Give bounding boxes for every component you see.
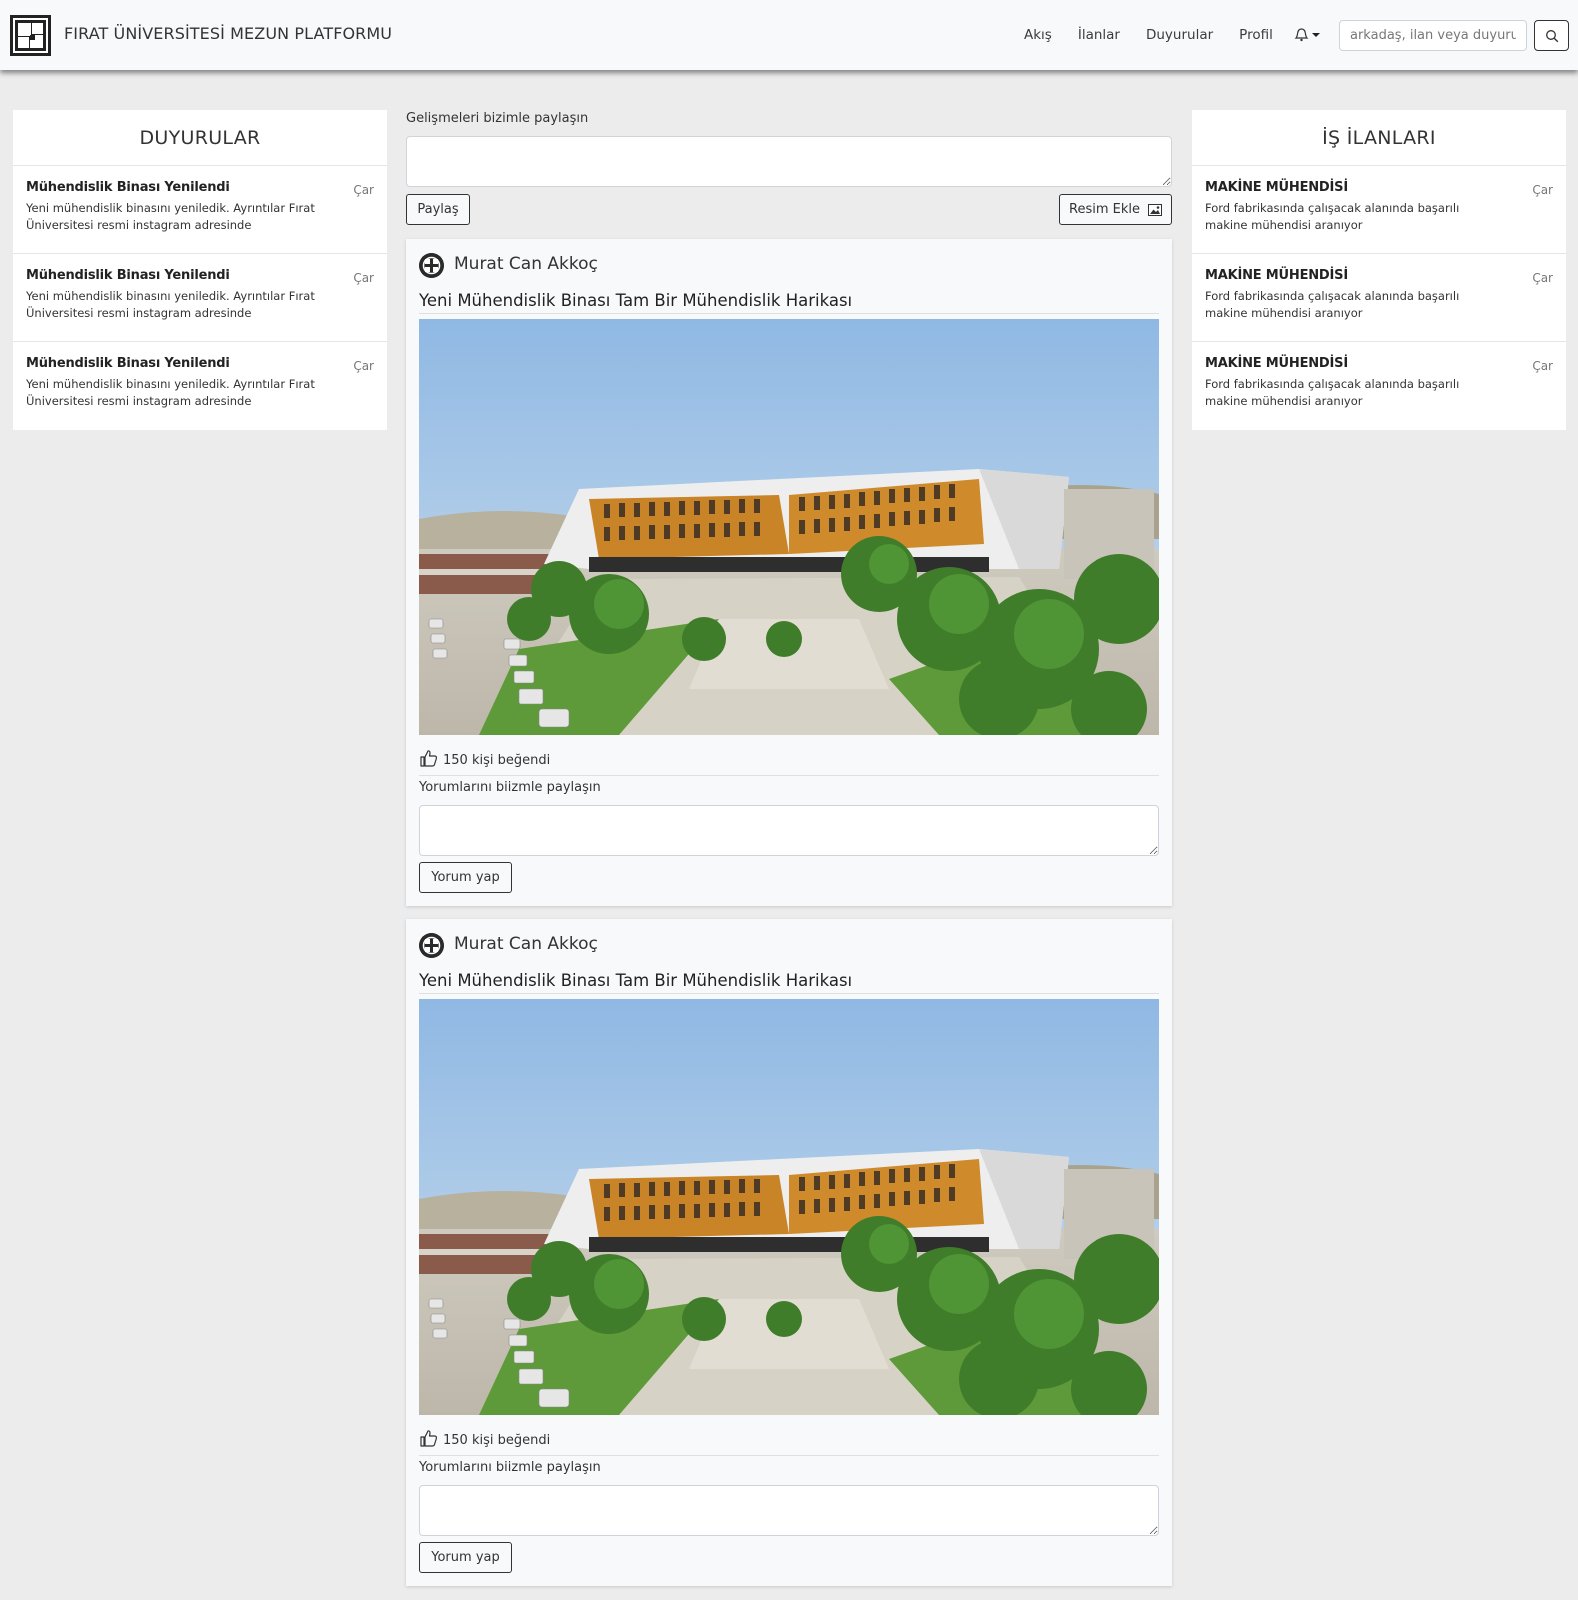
announcement-text: Yeni mühendislik binasını yeniledik. Ayr… (26, 289, 315, 320)
notifications-dropdown[interactable] (1294, 26, 1324, 44)
announcement-item[interactable]: Mühendislik Binası Yenilendi Çar Yeni mü… (13, 166, 387, 254)
feed-post: Murat Can Akkoç Yeni Mühendislik Binası … (406, 239, 1172, 906)
job-title: MAKİNE MÜHENDİSİ (1205, 356, 1348, 371)
add-image-label: Resim Ekle (1069, 202, 1140, 217)
post-title: Yeni Mühendislik Binası Tam Bir Mühendis… (419, 971, 1159, 994)
brand-title[interactable]: FIRAT ÜNİVERSİTESİ MEZUN PLATFORMU (64, 24, 392, 43)
announcement-title: Mühendislik Binası Yenilendi (26, 180, 230, 195)
jobs-title: İŞ İLANLARI (1192, 110, 1566, 166)
post-title: Yeni Mühendislik Binası Tam Bir Mühendis… (419, 291, 1159, 314)
announcement-day: Çar (353, 359, 374, 373)
job-day: Çar (1532, 183, 1553, 197)
job-text: Ford fabrikasında çalışacak alanında baş… (1205, 377, 1460, 408)
author-avatar[interactable] (419, 933, 444, 958)
add-image-button[interactable]: Resim Ekle (1059, 194, 1172, 225)
comment-label: Yorumlarını biizmle paylaşın (419, 1460, 601, 1475)
image-icon (1147, 203, 1162, 216)
jobs-panel: İŞ İLANLARI MAKİNE MÜHENDİSİ Çar Ford fa… (1192, 110, 1566, 430)
comment-button[interactable]: Yorum yap (419, 862, 512, 893)
author-avatar[interactable] (419, 253, 444, 278)
caret-down-icon (1312, 33, 1320, 37)
job-day: Çar (1532, 359, 1553, 373)
comment-textarea[interactable] (419, 805, 1159, 856)
announcements-panel: DUYURULAR Mühendislik Binası Yenilendi Ç… (13, 110, 387, 430)
search-input[interactable] (1339, 20, 1527, 51)
composer-label: Gelişmeleri bizimle paylaşın (406, 111, 589, 126)
search-button[interactable] (1534, 20, 1569, 51)
job-item[interactable]: MAKİNE MÜHENDİSİ Çar Ford fabrikasında ç… (1192, 254, 1566, 342)
post-author-name[interactable]: Murat Can Akkoç (454, 254, 598, 274)
announcement-title: Mühendislik Binası Yenilendi (26, 268, 230, 283)
feed-post: Murat Can Akkoç Yeni Mühendislik Binası … (406, 919, 1172, 1586)
announcement-day: Çar (353, 183, 374, 197)
like-row: 150 kişi beğendi (419, 1428, 1159, 1456)
announcement-day: Çar (353, 271, 374, 285)
thumbs-up-icon[interactable] (419, 748, 439, 768)
post-image (419, 319, 1159, 735)
announcements-title: DUYURULAR (13, 110, 387, 166)
university-logo-icon (419, 253, 444, 278)
university-logo-icon[interactable] (10, 15, 51, 56)
like-count: 150 kişi beğendi (443, 1433, 551, 1448)
job-title: MAKİNE MÜHENDİSİ (1205, 180, 1348, 195)
job-item[interactable]: MAKİNE MÜHENDİSİ Çar Ford fabrikasında ç… (1192, 166, 1566, 254)
university-logo-icon (419, 933, 444, 958)
announcement-item[interactable]: Mühendislik Binası Yenilendi Çar Yeni mü… (13, 254, 387, 342)
top-navbar: FIRAT ÜNİVERSİTESİ MEZUN PLATFORMU Akış … (0, 0, 1578, 70)
job-day: Çar (1532, 271, 1553, 285)
post-image (419, 999, 1159, 1415)
job-text: Ford fabrikasında çalışacak alanında baş… (1205, 201, 1460, 232)
main-nav: Akış İlanlar Duyurular Profil (1024, 0, 1299, 70)
bell-icon (1294, 28, 1320, 42)
nav-link-profil[interactable]: Profil (1239, 27, 1273, 43)
comment-textarea[interactable] (419, 1485, 1159, 1536)
announcement-item[interactable]: Mühendislik Binası Yenilendi Çar Yeni mü… (13, 342, 387, 430)
post-composer-textarea[interactable] (406, 136, 1172, 187)
search-icon (1545, 29, 1558, 42)
post-author-name[interactable]: Murat Can Akkoç (454, 934, 598, 954)
announcement-text: Yeni mühendislik binasını yeniledik. Ayr… (26, 201, 315, 232)
announcement-text: Yeni mühendislik binasını yeniledik. Ayr… (26, 377, 315, 408)
comment-button[interactable]: Yorum yap (419, 1542, 512, 1573)
thumbs-up-icon[interactable] (419, 1428, 439, 1448)
job-text: Ford fabrikasında çalışacak alanında baş… (1205, 289, 1460, 320)
job-title: MAKİNE MÜHENDİSİ (1205, 268, 1348, 283)
nav-link-duyurular[interactable]: Duyurular (1146, 27, 1213, 43)
like-count: 150 kişi beğendi (443, 753, 551, 768)
nav-link-ilanlar[interactable]: İlanlar (1078, 27, 1120, 43)
like-row: 150 kişi beğendi (419, 748, 1159, 776)
job-item[interactable]: MAKİNE MÜHENDİSİ Çar Ford fabrikasında ç… (1192, 342, 1566, 430)
comment-label: Yorumlarını biizmle paylaşın (419, 780, 601, 795)
share-button[interactable]: Paylaş (406, 194, 470, 225)
announcement-title: Mühendislik Binası Yenilendi (26, 356, 230, 371)
nav-link-akis[interactable]: Akış (1024, 27, 1052, 43)
